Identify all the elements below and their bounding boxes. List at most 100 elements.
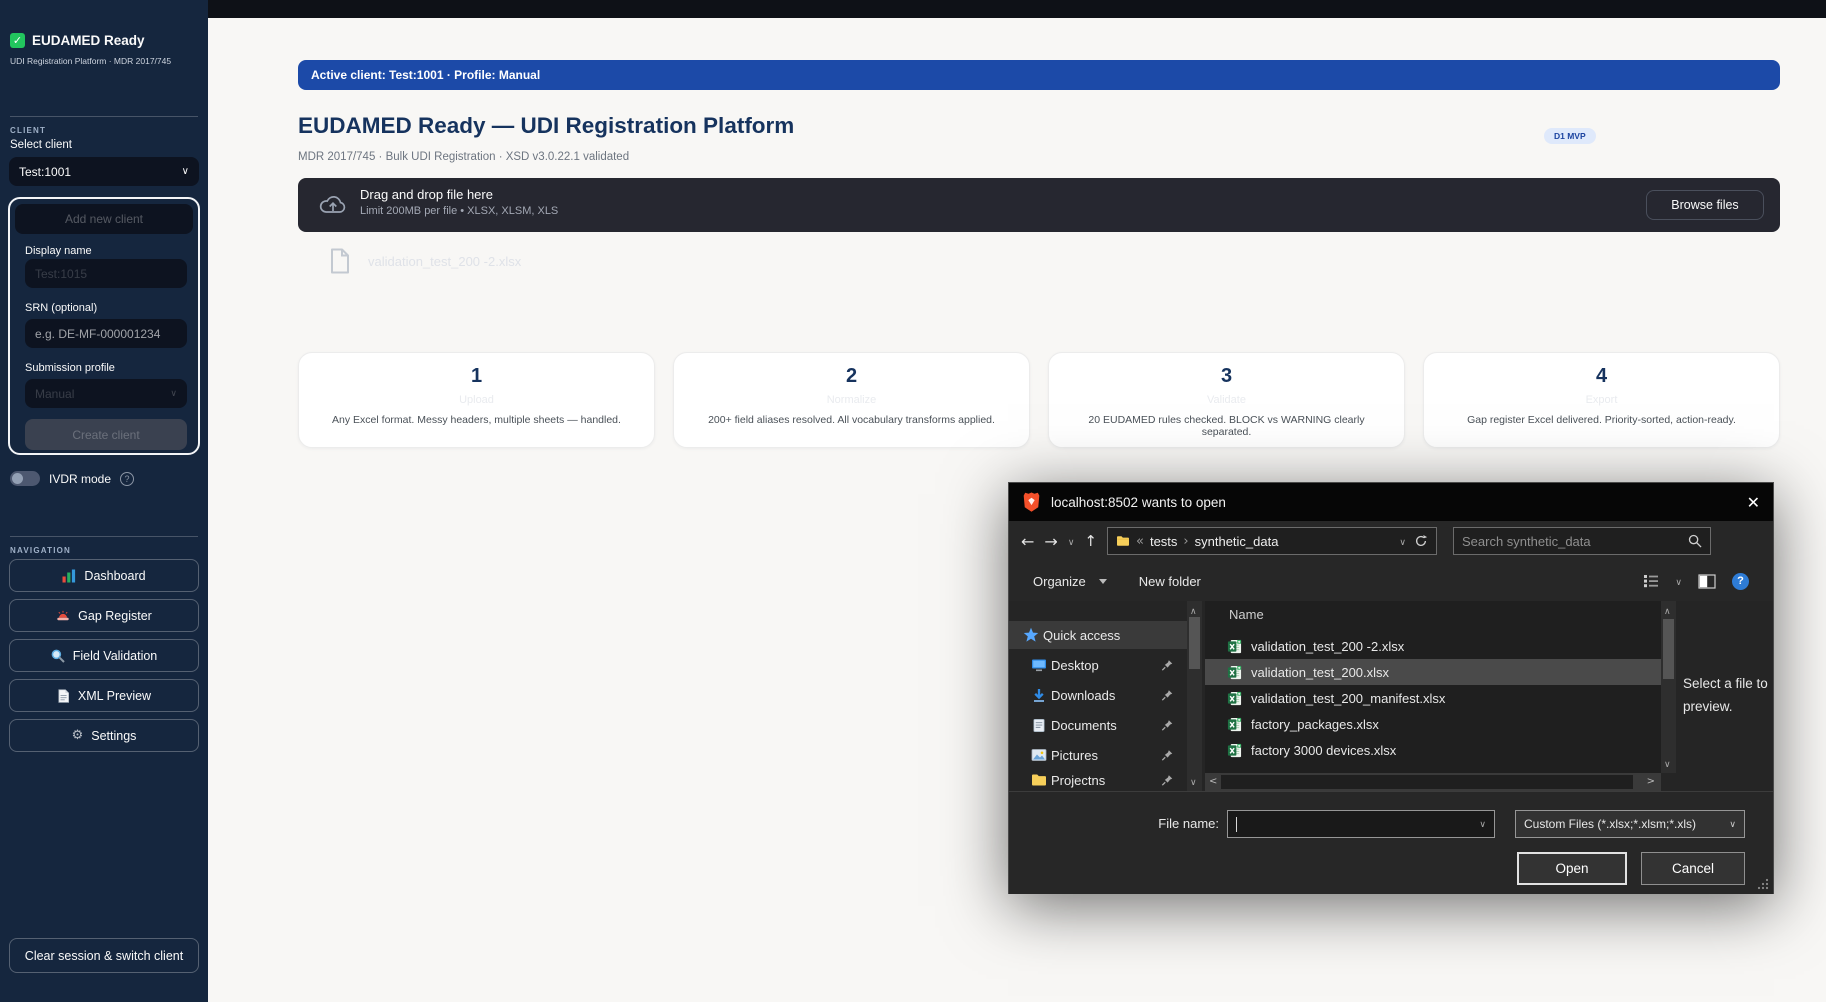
file-name-input[interactable]	[1227, 810, 1495, 838]
history-chevron-icon[interactable]	[1068, 534, 1075, 549]
new-folder-button[interactable]: New folder	[1139, 574, 1201, 589]
sidebar-item-projectns[interactable]: Projectns	[1009, 769, 1187, 791]
divider	[10, 116, 198, 117]
add-client-expander: Add new client Display name Test:1015 SR…	[8, 197, 200, 455]
address-dropdown-icon[interactable]	[1399, 534, 1406, 549]
folder-icon	[1116, 535, 1130, 547]
file-name: factory_packages.xlsx	[1251, 717, 1379, 732]
address-bar[interactable]: « tests › synthetic_data	[1107, 527, 1437, 555]
search-icon	[1688, 534, 1702, 548]
pin-icon	[1161, 659, 1173, 672]
sidebar-item-documents[interactable]: Documents	[1009, 711, 1187, 739]
browse-files-button[interactable]: Browse files	[1646, 190, 1764, 220]
scrollbar-thumb[interactable]	[1221, 775, 1633, 789]
file-name: validation_test_200_manifest.xlsx	[1251, 691, 1445, 706]
file-name-label: File name:	[1099, 816, 1219, 831]
pin-icon	[1161, 719, 1173, 732]
ivdr-toggle[interactable]	[10, 471, 40, 486]
scroll-down-icon[interactable]	[1664, 756, 1671, 771]
pin-icon	[1161, 689, 1173, 702]
scroll-up-icon[interactable]	[1190, 603, 1197, 618]
refresh-icon[interactable]	[1414, 534, 1428, 548]
breadcrumb-tests[interactable]: tests	[1150, 534, 1177, 549]
sidebar-item-field-validation[interactable]: Field Validation	[9, 639, 199, 672]
sidebar-item-dashboard[interactable]: Dashboard	[9, 559, 199, 592]
forward-arrow-icon[interactable]	[1044, 532, 1057, 551]
file-dropzone[interactable]: Drag and drop file here Limit 200MB per …	[298, 178, 1780, 232]
display-name-field[interactable]: Test:1015	[25, 259, 187, 288]
file-row[interactable]: factory 3000 devices.xlsx	[1205, 737, 1661, 763]
submission-profile-label: Submission profile	[25, 362, 115, 374]
list-view-icon[interactable]	[1643, 574, 1659, 588]
step-description: 200+ field aliases resolved. All vocabul…	[674, 414, 1029, 426]
file-row-selected[interactable]: validation_test_200.xlsx	[1205, 659, 1661, 685]
sidebar-item-desktop[interactable]: Desktop	[1009, 651, 1187, 679]
file-row[interactable]: validation_test_200_manifest.xlsx	[1205, 685, 1661, 711]
step-description: 20 EUDAMED rules checked. BLOCK vs WARNI…	[1049, 414, 1404, 438]
add-client-expander-header[interactable]: Add new client	[15, 204, 193, 234]
close-icon[interactable]	[1747, 493, 1760, 512]
documents-label: Documents	[1051, 718, 1117, 733]
pane-scrollbar[interactable]	[1187, 601, 1202, 791]
scroll-right-icon[interactable]: >	[1647, 776, 1655, 787]
help-icon[interactable]: ?	[1732, 573, 1749, 590]
sidebar-item-gap-register[interactable]: Gap Register	[9, 599, 199, 632]
organize-button[interactable]: Organize	[1033, 574, 1086, 589]
client-select[interactable]: Test:1001	[9, 157, 199, 186]
sidebar-item-xml-preview[interactable]: XML Preview	[9, 679, 199, 712]
scroll-left-icon[interactable]: <	[1209, 776, 1217, 787]
srn-field[interactable]: e.g. DE-MF-000001234	[25, 319, 187, 348]
sidebar-item-downloads[interactable]: Downloads	[1009, 681, 1187, 709]
sidebar-item-quick-access[interactable]: Quick access	[1009, 621, 1187, 649]
step-ghost-label: Normalize	[674, 394, 1029, 406]
breadcrumb-collapsed[interactable]: «	[1136, 534, 1144, 549]
chevron-down-icon[interactable]	[1479, 819, 1486, 830]
scroll-up-icon[interactable]	[1664, 603, 1671, 618]
view-dropdown-icon[interactable]	[1675, 574, 1682, 589]
filter-value: Custom Files (*.xlsx;*.xlsm;*.xls)	[1524, 817, 1696, 831]
app-name: EUDAMED Ready	[32, 33, 145, 48]
breadcrumb-synthetic-data[interactable]: synthetic_data	[1195, 534, 1279, 549]
scrollbar-thumb[interactable]	[1189, 617, 1200, 669]
cancel-button[interactable]: Cancel	[1641, 852, 1745, 885]
chevron-down-icon	[182, 166, 189, 177]
dropzone-limit: Limit 200MB per file • XLSX, XLSM, XLS	[360, 205, 558, 217]
sidebar-item-settings[interactable]: ⚙ Settings	[9, 719, 199, 752]
file-type-filter[interactable]: Custom Files (*.xlsx;*.xlsm;*.xls)	[1515, 810, 1745, 838]
select-client-label: Select client	[10, 139, 72, 151]
client-section-label: CLIENT	[10, 126, 46, 135]
preview-placeholder-text: Select a file to preview.	[1683, 673, 1775, 719]
list-scrollbar[interactable]	[1661, 601, 1676, 773]
name-column-header[interactable]: Name	[1229, 607, 1264, 622]
scrollbar-thumb[interactable]	[1663, 619, 1674, 679]
up-folder-icon[interactable]	[1084, 532, 1097, 550]
help-icon[interactable]: ?	[120, 472, 134, 486]
resize-grip[interactable]	[1757, 878, 1769, 890]
search-input[interactable]: Search synthetic_data	[1453, 527, 1711, 555]
bar-chart-icon	[62, 569, 76, 583]
clear-session-button[interactable]: Clear session & switch client	[9, 938, 199, 973]
magnifier-icon	[51, 649, 65, 663]
file-row[interactable]: factory_packages.xlsx	[1205, 711, 1661, 737]
step-number: 2	[674, 365, 1029, 388]
create-client-button[interactable]: Create client	[25, 419, 187, 450]
page-title: EUDAMED Ready — UDI Registration Platfor…	[298, 113, 794, 139]
excel-file-icon	[1227, 665, 1242, 680]
dialog-footer: File name: Custom Files (*.xlsx;*.xlsm;*…	[1009, 791, 1773, 894]
chevron-down-icon	[1729, 819, 1736, 830]
back-arrow-icon[interactable]	[1021, 532, 1034, 551]
open-button[interactable]: Open	[1517, 852, 1627, 885]
scroll-down-icon[interactable]	[1190, 774, 1197, 789]
file-name: factory 3000 devices.xlsx	[1251, 743, 1396, 758]
excel-file-icon	[1227, 639, 1242, 654]
file-list: Name validation_test_200 -2.xlsx validat…	[1205, 601, 1661, 791]
organize-dropdown-icon	[1099, 579, 1107, 584]
preview-pane-icon[interactable]	[1698, 574, 1716, 589]
sidebar-item-pictures[interactable]: Pictures	[1009, 741, 1187, 769]
nav-label: XML Preview	[78, 689, 151, 703]
horizontal-scrollbar[interactable]: < >	[1205, 773, 1661, 791]
dialog-titlebar[interactable]: localhost:8502 wants to open	[1009, 483, 1773, 521]
file-row[interactable]: validation_test_200 -2.xlsx	[1205, 633, 1661, 659]
file-name: validation_test_200 -2.xlsx	[1251, 639, 1404, 654]
submission-profile-select[interactable]: Manual	[25, 379, 187, 408]
